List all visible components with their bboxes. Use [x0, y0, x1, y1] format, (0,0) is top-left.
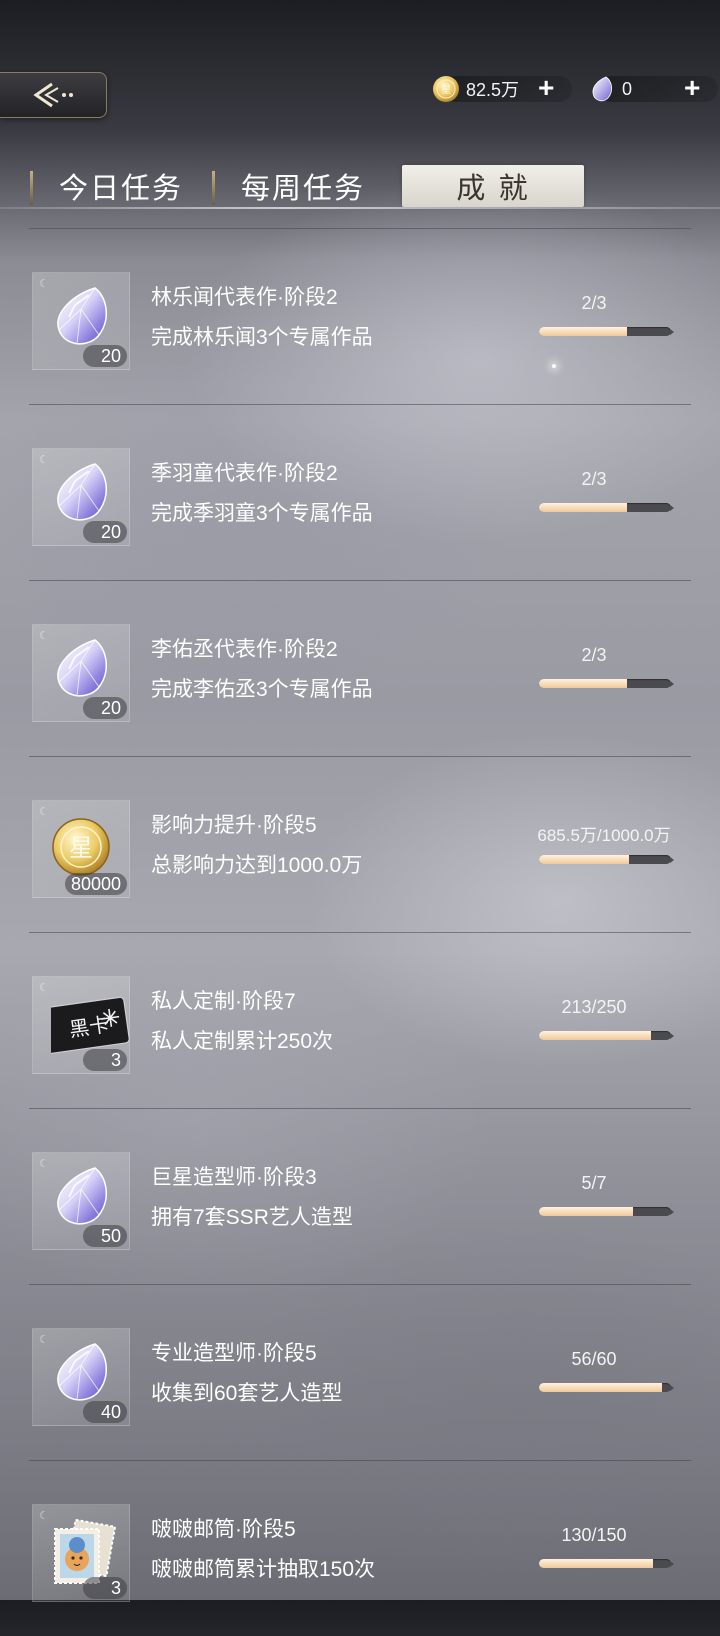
moon-icon: ☾ [39, 982, 49, 994]
progress-bar-fill [539, 1383, 663, 1392]
progress-bar-fill [539, 1207, 634, 1216]
progress-bar [539, 1383, 674, 1392]
reward-quantity: 50 [83, 1225, 127, 1247]
progress-bar-fill [539, 1031, 652, 1040]
moon-icon: ☾ [39, 278, 49, 290]
gem-add-button[interactable]: + [684, 74, 700, 102]
reward-slot[interactable]: ☾ 50 [32, 1152, 130, 1250]
moon-icon: ☾ [39, 806, 49, 818]
back-button[interactable] [0, 72, 107, 118]
progress-text: 2/3 [581, 469, 607, 489]
task-tabs: 今日任务 每周任务 成 就 [0, 165, 720, 211]
achievement-row: ☾ 3 啵啵邮筒·阶段5 啵啵邮筒累计抽取150次 130/150 [29, 1460, 691, 1636]
achievement-description: 私人定制累计250次 [151, 1030, 334, 1053]
moon-icon: ☾ [39, 630, 49, 642]
achievement-description: 完成季羽童3个专属作品 [151, 502, 373, 525]
progress-text: 2/3 [581, 293, 607, 313]
achievement-description: 完成林乐闻3个专属作品 [151, 326, 373, 349]
progress-bar [539, 503, 674, 512]
reward-quantity: 3 [83, 1049, 127, 1071]
progress-text: 2/3 [581, 645, 607, 665]
achievement-title: 专业造型师·阶段5 [151, 1342, 317, 1365]
progress-bar [539, 1559, 674, 1568]
gold-add-button[interactable]: + [538, 74, 554, 102]
reward-slot[interactable]: ☾ 黑卡 3 [32, 976, 130, 1074]
achievement-title: 李佑丞代表作·阶段2 [151, 638, 338, 661]
progress-bar-fill [539, 327, 628, 336]
svg-text:星: 星 [69, 834, 93, 862]
progress-text: 5/7 [581, 1173, 607, 1193]
achievement-title: 影响力提升·阶段5 [151, 814, 317, 837]
achievement-row: ☾ 20 李佑丞代表作·阶段2 完成李佑丞3个专属作品 2/3 [29, 580, 691, 756]
progress-bar [539, 679, 674, 688]
achievement-list: ☾ 20 林乐闻代表作·阶段2 完成林乐闻3个专属作品 2/3 ☾ 20 季羽童代表作·阶… [29, 228, 691, 1636]
achievement-title: 林乐闻代表作·阶段2 [151, 286, 338, 309]
achievement-title: 私人定制·阶段7 [151, 990, 296, 1013]
achievement-description: 总影响力达到1000.0万 [151, 854, 363, 877]
achievement-row: ☾ 20 林乐闻代表作·阶段2 完成林乐闻3个专属作品 2/3 [29, 228, 691, 404]
reward-slot[interactable]: ☾ 20 [32, 272, 130, 370]
achievement-title: 季羽童代表作·阶段2 [151, 462, 338, 485]
tabs-divider [0, 207, 720, 209]
reward-slot[interactable]: ☾ 40 [32, 1328, 130, 1426]
achievement-row: ☾ 20 季羽童代表作·阶段2 完成季羽童3个专属作品 2/3 [29, 404, 691, 580]
progress-bar [539, 327, 674, 336]
tab-weekly-tasks[interactable]: 每周任务 [212, 165, 394, 207]
reward-quantity: 80000 [64, 873, 127, 895]
reward-quantity: 20 [83, 345, 127, 367]
gem-currency: 0 + [588, 74, 718, 104]
gold-value: 82.5万 [466, 80, 520, 100]
achievement-title: 巨星造型师·阶段3 [151, 1166, 317, 1189]
progress-text: 56/60 [571, 1349, 617, 1369]
tab-today-tasks[interactable]: 今日任务 [30, 165, 212, 207]
progress-bar-fill [539, 855, 630, 864]
achievement-title: 啵啵邮筒·阶段5 [151, 1518, 296, 1541]
back-arrow-icon [33, 82, 73, 108]
reward-quantity: 20 [83, 521, 127, 543]
achievement-description: 完成李佑丞3个专属作品 [151, 678, 373, 701]
reward-slot[interactable]: ☾ 星 80000 [32, 800, 130, 898]
progress-bar-fill [539, 503, 628, 512]
gold-currency: 星 82.5万 + [432, 74, 572, 104]
achievement-row: ☾ 星 80000 影响力提升·阶段5 总影响力达到1000.0万 685.5万/10… [29, 756, 691, 932]
gem-value: 0 [622, 78, 633, 99]
moon-icon: ☾ [39, 1334, 49, 1346]
reward-quantity: 40 [83, 1401, 127, 1423]
progress-bar [539, 1031, 674, 1040]
reward-quantity: 3 [83, 1577, 127, 1599]
reward-slot[interactable]: ☾ 3 [32, 1504, 130, 1602]
reward-slot[interactable]: ☾ 20 [32, 448, 130, 546]
moon-icon: ☾ [39, 454, 49, 466]
progress-text: 685.5万/1000.0万 [537, 826, 671, 845]
tab-achievements[interactable]: 成 就 [402, 165, 584, 207]
progress-bar [539, 855, 674, 864]
reward-quantity: 20 [83, 697, 127, 719]
progress-bar [539, 1207, 674, 1216]
progress-bar-fill [539, 679, 628, 688]
achievement-row: ☾ 50 巨星造型师·阶段3 拥有7套SSR艺人造型 5/7 [29, 1108, 691, 1284]
diamond-icon [592, 76, 612, 102]
progress-bar-fill [539, 1559, 654, 1568]
progress-text: 213/250 [561, 997, 627, 1017]
moon-icon: ☾ [39, 1158, 49, 1170]
achievement-description: 拥有7套SSR艺人造型 [151, 1206, 353, 1229]
achievement-description: 收集到60套艺人造型 [151, 1382, 343, 1405]
achievement-row: ☾ 黑卡 3 私人定制·阶段7 私人定制累计250次 213/250 [29, 932, 691, 1108]
reward-slot[interactable]: ☾ 20 [32, 624, 130, 722]
achievement-description: 啵啵邮筒累计抽取150次 [151, 1558, 376, 1581]
star-coin-icon: 星 [433, 76, 459, 102]
moon-icon: ☾ [39, 1510, 49, 1522]
svg-text:星: 星 [441, 84, 451, 96]
progress-text: 130/150 [561, 1525, 627, 1545]
achievement-row: ☾ 40 专业造型师·阶段5 收集到60套艺人造型 56/60 [29, 1284, 691, 1460]
